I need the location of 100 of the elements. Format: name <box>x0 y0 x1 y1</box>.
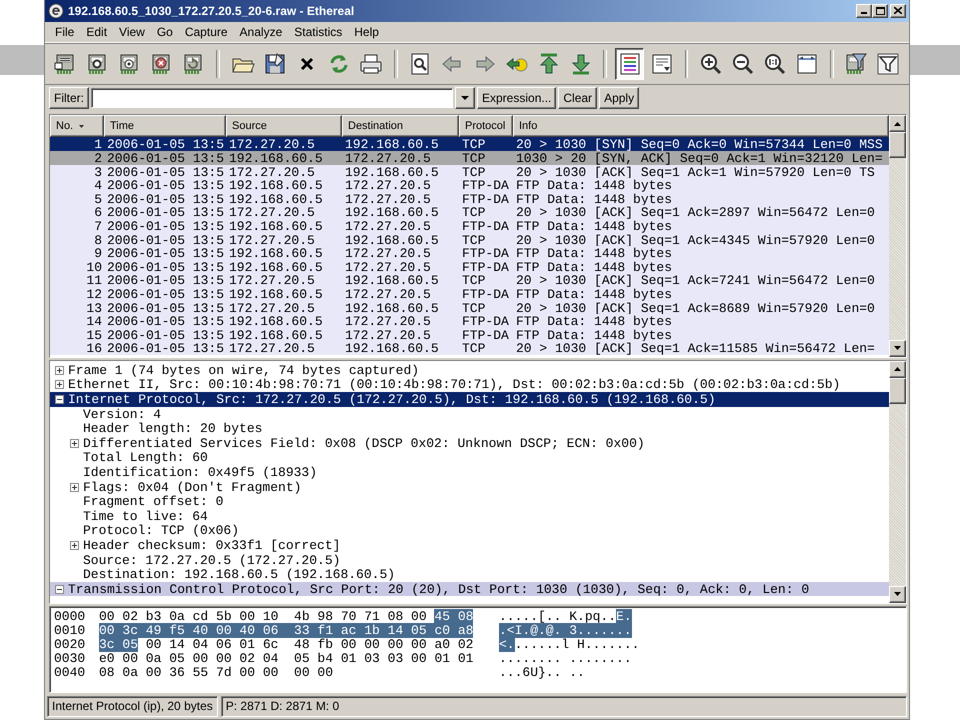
packet-row[interactable]: 4 2006-01-05 13:5 192.168.60.5 172.27.20.5 FTP-DA FTP Data: 1448 bytes <box>50 178 889 192</box>
ascii-text[interactable]: .<I.@.@. 3....... <box>499 622 632 638</box>
table-cell-text: 9 <box>93 246 103 262</box>
menu-item[interactable]: View <box>113 24 151 40</box>
ascii-text[interactable]: <. <box>499 636 515 652</box>
toolbar-button[interactable] <box>615 48 644 80</box>
tree-item[interactable]: Protocol: TCP (0x06) <box>50 524 889 538</box>
tree-label: Source: 172.27.20.5 (172.27.20.5) <box>83 552 340 568</box>
column-header[interactable]: Source <box>226 115 342 138</box>
packet-row[interactable]: 14 2006-01-05 13:5 192.168.60.5 172.27.20.5 FTP-DA FTP Data: 1448 bytes <box>50 314 889 328</box>
ascii-text[interactable]: ...6U}.. .. <box>499 665 585 680</box>
hex-bytes[interactable]: e0 00 0a 05 00 00 02 04 05 b4 01 03 03 00 01 01 <box>99 651 474 666</box>
table-cell-text: 172.27.20.5 <box>344 314 432 330</box>
filter-field[interactable] <box>91 88 453 108</box>
packet-row[interactable]: 13 2006-01-05 13:5 172.27.20.5 192.168.60.5 TCP 20 > 1030 [ACK] Seq=1 Ack=8689 Win=57920 Len=0 <box>50 300 889 314</box>
table-cell-text: 192.168.60.5 <box>228 328 324 343</box>
filter-action-button[interactable]: Apply <box>599 87 640 110</box>
packet-row[interactable]: 10 2006-01-05 13:5 192.168.60.5 172.27.20.5 FTP-DA FTP Data: 1448 bytes <box>50 260 889 274</box>
down-arrow-icon[interactable] <box>894 346 901 350</box>
tree-label: Protocol: TCP (0x06) <box>83 523 240 538</box>
column-header[interactable]: Destination <box>342 115 459 138</box>
packet-row[interactable]: 16 2006-01-05 13:5 172.27.20.5 192.168.60.5 TCP 20 > 1030 [ACK] Seq=1 Ack=11585 Win=56472 Len= <box>50 341 889 355</box>
table-cell-text: 172.27.20.5 <box>344 150 432 166</box>
scrollbar-thumb[interactable] <box>889 378 906 404</box>
ascii-text[interactable]: E. <box>616 608 632 624</box>
expand-icon[interactable] <box>70 540 79 550</box>
menu-item[interactable]: Statistics <box>288 24 348 40</box>
expand-icon[interactable] <box>70 438 79 448</box>
packet-row[interactable]: 9 2006-01-05 13:5 192.168.60.5 172.27.20.5 FTP-DA FTP Data: 1448 bytes <box>50 246 889 260</box>
filter-button[interactable]: Filter: <box>49 87 89 110</box>
menu-item[interactable]: Help <box>348 24 385 40</box>
menu-item[interactable]: Edit <box>80 24 114 40</box>
hex-bytes[interactable]: 3c 05 <box>99 636 138 652</box>
dropdown-button[interactable] <box>455 87 475 110</box>
table-cell-text: 192.168.60.5 <box>228 260 324 275</box>
table-cell-text: 172.27.20.5 <box>228 232 316 248</box>
packet-row[interactable]: 12 2006-01-05 13:5 192.168.60.5 172.27.20.5 FTP-DA FTP Data: 1448 bytes <box>50 286 889 300</box>
column-header[interactable]: Protocol <box>459 115 513 138</box>
up-arrow-icon[interactable] <box>894 367 901 372</box>
vertical-scrollbar[interactable] <box>889 360 906 603</box>
table-cell-text: 192.168.60.5 <box>228 218 324 234</box>
tree-item[interactable]: Flags: 0x04 (Don't Fragment) <box>50 480 889 494</box>
packet-row[interactable]: 6 2006-01-05 13:5 172.27.20.5 192.168.60.5 TCP 20 > 1030 [ACK] Seq=1 Ack=2897 Win=56472 Len=0 <box>50 205 889 219</box>
tree-item[interactable]: Time to live: 64 <box>50 508 889 524</box>
ascii-text[interactable]: .....[.. K.pq.. <box>499 608 616 624</box>
column-header[interactable]: No. <box>50 115 104 138</box>
tree-item[interactable]: Source: 172.27.20.5 (172.27.20.5) <box>50 552 889 568</box>
packet-row[interactable]: 5 2006-01-05 13:5 192.168.60.5 172.27.20.5 FTP-DA FTP Data: 1448 bytes <box>50 192 889 206</box>
ascii-text[interactable]: ......l H....... <box>514 636 640 652</box>
collapse-icon[interactable] <box>55 394 64 404</box>
expand-icon[interactable] <box>55 366 64 375</box>
table-cell-text: 7 <box>93 218 103 234</box>
table-cell-text: FTP-DA <box>461 192 510 207</box>
menu-item[interactable]: Capture <box>178 24 234 40</box>
tree-item[interactable]: Internet Protocol, Src: 172.27.20.5 (172.27.20.5), Dst: 192.168.60.5 (192.168.60.5) <box>50 392 889 407</box>
expand-icon[interactable] <box>70 482 79 492</box>
table-cell-text: 20 > 1030 [ACK] Seq=1 Ack=4345 Win=57920 Len=0 <box>515 232 876 248</box>
close-button[interactable] <box>890 4 906 18</box>
scrollbar-thumb[interactable] <box>889 132 906 158</box>
ascii-text[interactable]: ........ ........ <box>499 651 632 666</box>
tree-item[interactable]: Total Length: 60 <box>50 450 889 466</box>
packet-row[interactable]: 2 2006-01-05 13:5 192.168.60.5 172.27.20.5 TCP 1030 > 20 [SYN, ACK] Seq=0 Ack=1 Win=32120 Len= <box>50 150 889 165</box>
tree-item[interactable]: Version: 4 <box>50 406 889 422</box>
filter-action-button[interactable]: Expression... <box>477 87 556 110</box>
packet-row[interactable]: 8 2006-01-05 13:5 172.27.20.5 192.168.60.5 TCP 20 > 1030 [ACK] Seq=1 Ack=4345 Win=57920 Len=0 <box>50 232 889 246</box>
packet-row[interactable]: 1 2006-01-05 13:5 172.27.20.5 192.168.60.5 TCP 20 > 1030 [SYN] Seq=0 Ack=0 Win=57344 Len=0 MSS <box>50 137 889 151</box>
tree-label: Flags: 0x04 (Don't Fragment) <box>83 480 302 495</box>
table-cell-text: 192.168.60.5 <box>228 178 324 194</box>
menu-item[interactable]: Analyze <box>234 24 288 40</box>
menu-item[interactable]: File <box>49 24 80 40</box>
tree-item[interactable]: Differentiated Services Field: 0x08 (DSCP 0x02: Unknown DSCP; ECN: 0x00) <box>50 436 889 451</box>
hex-bytes[interactable]: 45 08 <box>434 608 474 624</box>
packet-row[interactable]: 7 2006-01-05 13:5 192.168.60.5 172.27.20.5 FTP-DA FTP Data: 1448 bytes <box>50 218 889 233</box>
tree-item[interactable]: Header length: 20 bytes <box>50 421 889 436</box>
collapse-icon[interactable] <box>55 584 64 594</box>
packet-row[interactable]: 15 2006-01-05 13:5 192.168.60.5 172.27.20.5 FTP-DA FTP Data: 1448 bytes <box>50 328 889 342</box>
hex-bytes[interactable]: 00 3c 49 f5 40 00 40 06 33 f1 ac 1b 14 05 c0 a8 <box>99 622 474 638</box>
filter-action-button[interactable]: Clear <box>558 87 598 110</box>
column-header[interactable]: Info <box>513 115 889 138</box>
minimize-button[interactable] <box>856 4 872 18</box>
table-cell-text: 16 <box>85 341 103 356</box>
tree-item[interactable]: Destination: 192.168.60.5 (192.168.60.5) <box>50 567 889 582</box>
column-header[interactable]: Time <box>104 115 226 138</box>
tree-item[interactable]: Header checksum: 0x33f1 [correct] <box>50 538 889 553</box>
hex-bytes[interactable]: 08 0a 00 36 55 7d 00 00 00 00 <box>99 665 334 680</box>
down-arrow-icon[interactable] <box>894 592 901 596</box>
menu-item[interactable]: Go <box>150 24 179 40</box>
table-cell-text: 12 <box>85 286 103 302</box>
maximize-button[interactable] <box>872 4 888 18</box>
tree-item[interactable]: Identification: 0x49f5 (18933) <box>50 465 889 480</box>
tree-item[interactable]: Frame 1 (74 bytes on wire, 74 bytes captured) <box>50 362 889 378</box>
packet-row[interactable]: 3 2006-01-05 13:5 172.27.20.5 192.168.60.5 TCP 20 > 1030 [ACK] Seq=1 Ack=1 Win=57920 Len=0 TS <box>50 164 889 178</box>
printer-icon <box>359 52 384 76</box>
up-arrow-icon[interactable] <box>894 122 901 126</box>
vertical-scrollbar[interactable] <box>889 115 906 357</box>
expand-icon[interactable] <box>55 380 64 390</box>
packet-row[interactable]: 11 2006-01-05 13:5 172.27.20.5 192.168.60.5 TCP 20 > 1030 [ACK] Seq=1 Ack=7241 Win=56472 Len=0 <box>50 273 889 287</box>
tree-item[interactable]: Fragment offset: 0 <box>50 494 889 509</box>
hex-bytes[interactable]: 00 14 04 06 01 6c 48 fb 00 00 00 00 a0 02 <box>146 636 474 652</box>
hex-bytes[interactable]: 00 02 b3 0a cd 5b 00 10 4b 98 70 71 08 00 <box>99 608 427 624</box>
